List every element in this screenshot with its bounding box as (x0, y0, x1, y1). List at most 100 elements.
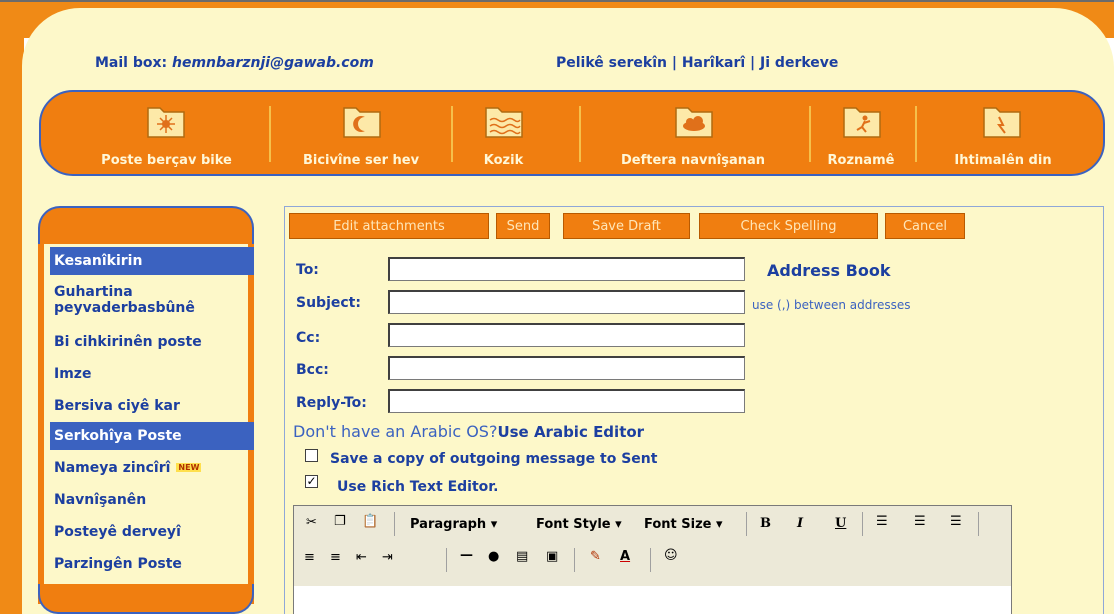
sidebar-item-chain-letter[interactable]: Nameya zincîrî NEW (50, 460, 254, 476)
check-spelling-button[interactable]: Check Spelling (699, 213, 878, 239)
reply-to-field[interactable] (388, 389, 745, 413)
underline-button[interactable]: U (835, 516, 846, 531)
moon-folder-icon (343, 107, 381, 138)
nav-address-book[interactable]: Deftera navnîşanan (589, 92, 797, 174)
nav-label: Ihtimalên din (954, 153, 1052, 168)
wave-folder-icon (485, 107, 523, 138)
editor-toolbar: ✂ ❐ 📋 Paragraph ▾ Font Style ▾ Font Size… (294, 506, 1011, 586)
cut-icon[interactable]: ✂ (306, 515, 317, 530)
horizontal-rule-icon[interactable]: — (460, 548, 473, 563)
nav-divider (915, 106, 917, 162)
paragraph-dropdown[interactable]: Paragraph ▾ (410, 517, 497, 532)
smiley-icon[interactable]: ☺ (664, 548, 678, 563)
reply-to-label: Reply-To: (296, 395, 367, 411)
sun-folder-icon (147, 107, 185, 138)
rich-text-checkbox[interactable]: ✓ (305, 475, 318, 488)
left-border (0, 0, 24, 614)
mailbox-address: hemnbarznji@gawab.com (172, 55, 374, 71)
nav-folder[interactable]: Kozik (461, 92, 546, 174)
sidebar-item-mail-filters[interactable]: Parzingên Poste (50, 556, 254, 572)
nav-divider (269, 106, 271, 162)
font-color-icon[interactable]: A (620, 549, 630, 564)
ordered-list-icon[interactable]: ≡ (304, 550, 315, 565)
arabic-question: Don't have an Arabic OS? (293, 422, 498, 441)
cc-label: Cc: (296, 330, 321, 346)
paste-icon[interactable]: 📋 (362, 514, 378, 529)
nav-label: Kozik (483, 153, 524, 168)
link-globe-icon[interactable]: ● (488, 549, 499, 564)
save-copy-checkbox[interactable] (305, 449, 318, 462)
font-size-label: Font Size (644, 517, 712, 532)
align-center-icon[interactable]: ☰ (914, 514, 926, 529)
cc-field[interactable] (388, 323, 745, 347)
highlight-color-icon[interactable]: ✎ (590, 549, 601, 564)
to-field[interactable] (388, 257, 745, 281)
subject-label: Subject: (296, 295, 361, 311)
nav-options[interactable]: Ihtimalên din (923, 92, 1083, 174)
to-label: To: (296, 262, 319, 278)
sidebar-item-change-password[interactable]: Guhartina peyvaderbasbûnê (50, 284, 254, 316)
nav-label: Poste berçav bike (101, 153, 232, 168)
sidebar-item-auto-reply[interactable]: Bersiva ciyê kar (50, 398, 254, 414)
font-size-dropdown[interactable]: Font Size ▾ (644, 517, 723, 532)
link-separator: | (750, 55, 756, 71)
nav-label: Bicivîne ser hev (302, 153, 420, 168)
unordered-list-icon[interactable]: ≡ (330, 550, 341, 565)
toolbar-divider (862, 512, 863, 536)
sidebar: Kesanîkirin Guhartina peyvaderbasbûnê Bi… (38, 206, 254, 614)
rich-text-label: Use Rich Text Editor. (337, 479, 499, 495)
window-top-edge (0, 0, 1114, 2)
toolbar-divider (650, 548, 651, 572)
top-links: Pelikê serekîn | Harîkarî | Ji derkeve (556, 55, 838, 71)
font-style-label: Font Style (536, 517, 611, 532)
subject-field[interactable] (388, 290, 745, 314)
bold-button[interactable]: B (760, 516, 771, 531)
align-left-icon[interactable]: ☰ (876, 514, 888, 529)
link-home[interactable]: Pelikê serekîn (556, 55, 667, 71)
nav-divider (451, 106, 453, 162)
image-icon[interactable]: ▣ (546, 549, 558, 564)
italic-button[interactable]: I (797, 516, 803, 531)
send-button[interactable]: Send (496, 213, 550, 239)
nav-calendar[interactable]: Roznamê (811, 92, 911, 174)
toolbar-divider (574, 548, 575, 572)
save-copy-label: Save a copy of outgoing message to Sent (330, 451, 658, 467)
main-nav: Poste berçav bike Bicivîne ser hev Kozik (39, 90, 1105, 176)
edit-attachments-button[interactable]: Edit attachments (289, 213, 489, 239)
sidebar-item-label: Nameya zincîrî (54, 460, 171, 476)
nav-label: Roznamê (827, 153, 895, 168)
page-frame: Mail box: hemnbarznji@gawab.com Pelikê s… (0, 0, 1114, 614)
new-badge: NEW (176, 463, 202, 472)
mailbox-info: Mail box: hemnbarznji@gawab.com (95, 55, 374, 71)
sidebar-item-external-mail[interactable]: Posteyê derveyî (50, 524, 254, 540)
link-logout[interactable]: Ji derkeve (760, 55, 838, 71)
copy-icon[interactable]: ❐ (334, 514, 346, 529)
arabic-editor-row: Don't have an Arabic OS?Use Arabic Edito… (293, 422, 644, 441)
lightning-folder-icon (983, 107, 1021, 138)
font-style-dropdown[interactable]: Font Style ▾ (536, 517, 622, 532)
arabic-editor-link[interactable]: Use Arabic Editor (497, 423, 644, 441)
address-book-link[interactable]: Address Book (767, 261, 890, 280)
toolbar-divider (394, 512, 395, 536)
outdent-icon[interactable]: ⇤ (356, 550, 367, 565)
sidebar-item-mail-locations[interactable]: Bi cihkirinên poste (50, 334, 254, 350)
nav-compose[interactable]: Bicivîne ser hev (273, 92, 449, 174)
sidebar-item-mail-management[interactable]: Serkohîya Poste (50, 422, 254, 450)
link-separator: | (671, 55, 677, 71)
save-draft-button[interactable]: Save Draft (563, 213, 690, 239)
nav-check-mail[interactable]: Poste berçav bike (79, 92, 254, 174)
table-icon[interactable]: ▤ (516, 549, 528, 564)
link-help[interactable]: Harîkarî (682, 55, 745, 71)
toolbar-divider (446, 548, 447, 572)
rich-text-editor[interactable]: ✂ ❐ 📋 Paragraph ▾ Font Style ▾ Font Size… (293, 505, 1012, 614)
indent-icon[interactable]: ⇥ (382, 550, 393, 565)
nav-label: Deftera navnîşanan (620, 153, 765, 168)
bcc-field[interactable] (388, 356, 745, 380)
cancel-button[interactable]: Cancel (885, 213, 965, 239)
align-right-icon[interactable]: ☰ (950, 514, 962, 529)
sidebar-footer (38, 584, 254, 614)
sidebar-item-settings[interactable]: Kesanîkirin (50, 247, 254, 275)
sidebar-header (38, 206, 254, 244)
sidebar-item-signature[interactable]: Imze (50, 366, 254, 382)
sidebar-item-addresses[interactable]: Navnîşanên (50, 492, 254, 508)
